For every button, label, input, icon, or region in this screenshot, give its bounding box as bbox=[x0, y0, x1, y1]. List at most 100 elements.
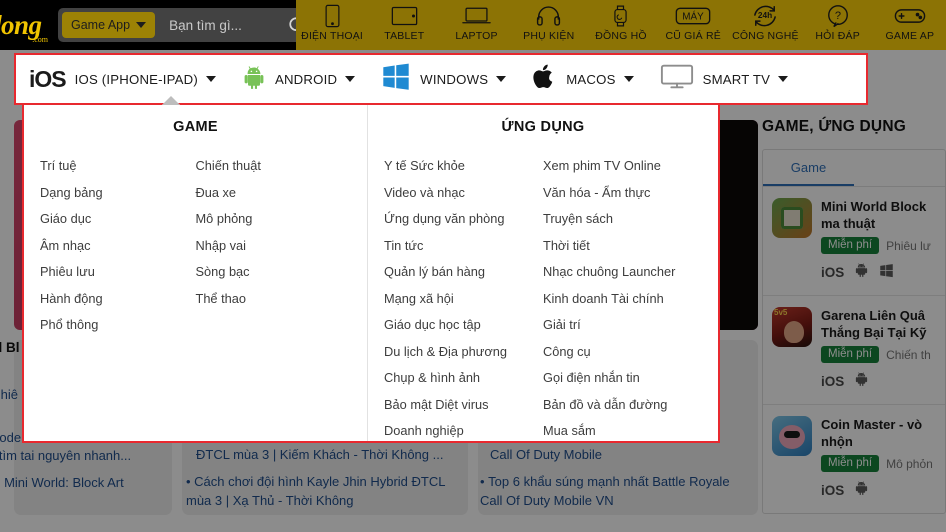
app-link[interactable]: Bản đồ và dẫn đường bbox=[543, 392, 702, 419]
nav-label: CÔNG NGHỆ bbox=[732, 30, 799, 42]
app-link[interactable]: Video và nhạc bbox=[384, 180, 543, 207]
platform-item-android[interactable]: ANDROID bbox=[229, 55, 368, 103]
game-link[interactable]: Giáo dục bbox=[40, 206, 196, 233]
mega-column-title-apps: ỨNG DỤNG bbox=[501, 119, 585, 135]
site-logo[interactable]: dong .com bbox=[0, 10, 54, 44]
platform-label-windows: WINDOWS bbox=[420, 71, 489, 87]
app-link[interactable]: Du lịch & Địa phương bbox=[384, 339, 543, 366]
game-link[interactable]: Thể thao bbox=[196, 286, 352, 313]
game-link[interactable]: Sòng bạc bbox=[196, 259, 352, 286]
app-link[interactable]: Bảo mật Diệt virus bbox=[384, 392, 543, 419]
app-link[interactable]: Truyện sách bbox=[543, 206, 702, 233]
article-col1-heading: d Bl bbox=[0, 340, 20, 355]
nav-label: GAME AP bbox=[885, 30, 935, 42]
app-link[interactable]: Mua sắm bbox=[543, 418, 702, 445]
game-link[interactable]: Trí tuệ bbox=[40, 153, 196, 180]
platform-item-macos[interactable]: MACOS bbox=[519, 55, 646, 103]
game-link[interactable]: Nhập vai bbox=[196, 233, 352, 260]
nav-item-cu-gia-re[interactable]: MÁY CŨ GIÁ RẺ bbox=[657, 0, 729, 42]
article-col2-line-2[interactable]: • Cách chơi đội hình Kayle Jhin Hybrid Đ… bbox=[186, 472, 466, 510]
app-link[interactable]: Xem phim TV Online bbox=[543, 153, 702, 180]
svg-text:?: ? bbox=[835, 10, 841, 22]
game-link[interactable]: Phiêu lưu bbox=[40, 259, 196, 286]
platform-label-ios: IOS (IPHONE-IPAD) bbox=[74, 71, 198, 87]
windows-logo-icon bbox=[381, 62, 411, 96]
nav-item-dong-ho[interactable]: ĐỒNG HỒ bbox=[585, 0, 657, 42]
app-link[interactable]: Gọi điện nhắn tin bbox=[543, 365, 702, 392]
game-link[interactable]: Âm nhạc bbox=[40, 233, 196, 260]
mega-column-apps: ỨNG DỤNG Y tế Sức khỏe Xem phim TV Onlin… bbox=[368, 105, 718, 441]
app-link[interactable]: Giải trí bbox=[543, 312, 702, 339]
svg-text:MÁY: MÁY bbox=[683, 12, 705, 23]
platform-item-ios[interactable]: iOS IOS (IPHONE-IPAD) bbox=[16, 55, 229, 103]
app-link[interactable]: Ứng dụng văn phòng bbox=[384, 206, 543, 233]
app-link[interactable]: Văn hóa - Ẩm thực bbox=[543, 180, 702, 207]
svg-text:24h: 24h bbox=[758, 10, 772, 20]
nav-item-game-app[interactable]: GAME AP bbox=[874, 0, 946, 42]
game-link[interactable]: Chiến thuật bbox=[196, 153, 352, 180]
nav-label: ĐỒNG HỒ bbox=[595, 30, 647, 42]
app-link[interactable]: Thời tiết bbox=[543, 233, 702, 260]
app-link[interactable]: Công cụ bbox=[543, 339, 702, 366]
nav-label: PHỤ KIỆN bbox=[523, 30, 575, 42]
nav-label: TABLET bbox=[384, 30, 425, 42]
apple-logo-icon bbox=[532, 62, 557, 96]
platform-item-windows[interactable]: WINDOWS bbox=[368, 55, 519, 103]
app-root: d Bl Phiê Code ể tìm tai nguyên nhanh...… bbox=[0, 0, 946, 532]
app-link[interactable]: Y tế Sức khỏe bbox=[384, 153, 543, 180]
article-col2-line-1[interactable]: ĐTCL mùa 3 | Kiếm Khách - Thời Không ... bbox=[196, 445, 466, 464]
app-link[interactable]: Kinh doanh Tài chính bbox=[543, 286, 702, 313]
nav-item-hoi-dap[interactable]: ? HỎI ĐÁP bbox=[802, 0, 874, 42]
question-bubble-icon: ? bbox=[826, 4, 850, 28]
gamepad-icon bbox=[894, 4, 926, 28]
article-col1-line-1[interactable]: Phiê bbox=[0, 385, 18, 404]
app-category-links: Y tế Sức khỏe Xem phim TV Online Video v… bbox=[368, 153, 718, 445]
article-col1-line-3[interactable]: ể tìm tai nguyên nhanh... bbox=[0, 446, 131, 465]
search-category-dropdown[interactable]: Game App bbox=[62, 12, 156, 38]
game-link[interactable]: Hành động bbox=[40, 286, 196, 313]
phone-icon bbox=[324, 4, 341, 28]
article-col1-line-2[interactable]: Code bbox=[0, 428, 21, 447]
may-badge-icon: MÁY bbox=[675, 4, 711, 28]
site-logo-suffix: .com bbox=[32, 34, 48, 44]
game-link[interactable]: Đua xe bbox=[196, 180, 352, 207]
article-col1-line-4[interactable]: ản Mini World: Block Art bbox=[0, 473, 124, 492]
app-link[interactable]: Giáo dục học tập bbox=[384, 312, 543, 339]
chevron-down-icon bbox=[623, 76, 634, 82]
24h-refresh-icon: 24h bbox=[751, 4, 779, 28]
game-link[interactable]: Dạng bảng bbox=[40, 180, 196, 207]
article-col3-line-2[interactable]: • Top 6 khẩu súng mạnh nhất Battle Royal… bbox=[480, 472, 752, 510]
article-col2-line-2-text: Cách chơi đội hình Kayle Jhin Hybrid ĐTC… bbox=[186, 474, 445, 508]
app-link[interactable]: Quản lý bán hàng bbox=[384, 259, 543, 286]
nav-item-laptop[interactable]: LAPTOP bbox=[440, 0, 512, 42]
game-link-empty bbox=[196, 312, 352, 339]
mega-dropdown-panel: GAME Trí tuệ Chiến thuật Dạng bảng Đua x… bbox=[22, 96, 720, 443]
nav-item-tablet[interactable]: TABLET bbox=[368, 0, 440, 42]
game-category-links: Trí tuệ Chiến thuật Dạng bảng Đua xe Giá… bbox=[24, 153, 367, 339]
nav-item-phu-kien[interactable]: PHỤ KIỆN bbox=[513, 0, 585, 42]
nav-label: LAPTOP bbox=[455, 30, 498, 42]
search-bar: Game App bbox=[58, 8, 319, 42]
app-link[interactable]: Chụp & hình ảnh bbox=[384, 365, 543, 392]
nav-label: HỎI ĐÁP bbox=[815, 30, 860, 42]
platform-item-smart-tv[interactable]: SMART TV bbox=[647, 55, 802, 103]
platform-selector-bar: iOS IOS (IPHONE-IPAD) ANDROID WINDOWS MA… bbox=[14, 53, 868, 105]
search-input[interactable] bbox=[169, 17, 280, 33]
watch-icon bbox=[611, 4, 630, 28]
laptop-icon bbox=[462, 4, 491, 28]
nav-item-dien-thoai[interactable]: ĐIỆN THOẠI bbox=[296, 0, 368, 42]
chevron-down-icon bbox=[345, 76, 356, 82]
app-link[interactable]: Doanh nghiệp bbox=[384, 418, 543, 445]
nav-label: CŨ GIÁ RẺ bbox=[665, 30, 721, 42]
app-link[interactable]: Mạng xã hội bbox=[384, 286, 543, 313]
tv-monitor-icon bbox=[660, 63, 694, 95]
game-link[interactable]: Mô phỏng bbox=[196, 206, 352, 233]
nav-item-cong-nghe[interactable]: 24h CÔNG NGHỆ bbox=[729, 0, 801, 42]
app-link[interactable]: Tin tức bbox=[384, 233, 543, 260]
platform-label-smart-tv: SMART TV bbox=[702, 71, 771, 87]
article-col3-line-1[interactable]: Call Of Duty Mobile bbox=[490, 445, 752, 464]
mega-column-game: GAME Trí tuệ Chiến thuật Dạng bảng Đua x… bbox=[24, 105, 368, 441]
platform-label-macos: MACOS bbox=[566, 71, 616, 87]
game-link[interactable]: Phổ thông bbox=[40, 312, 196, 339]
app-link[interactable]: Nhạc chuông Launcher bbox=[543, 259, 702, 286]
